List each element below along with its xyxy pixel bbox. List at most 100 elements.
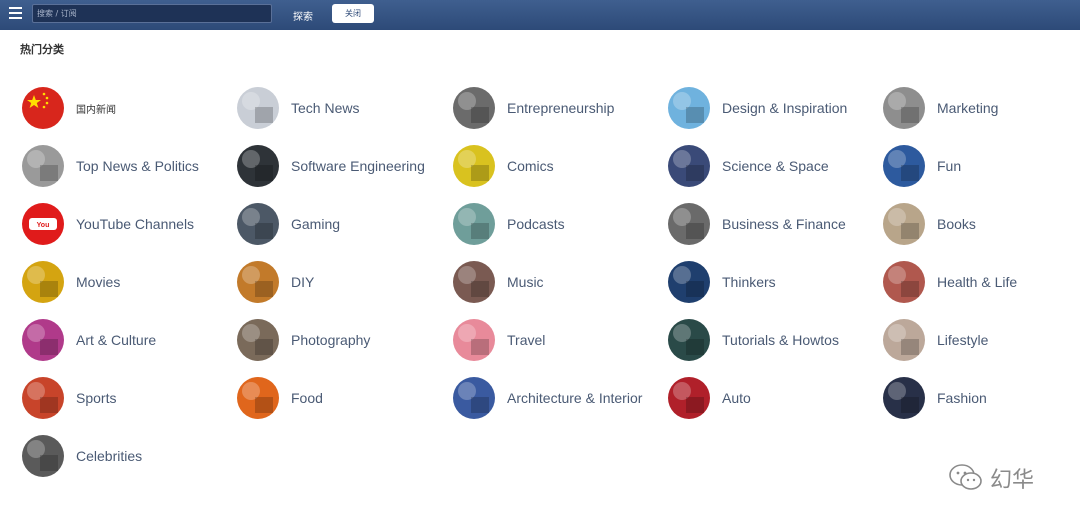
category-label: Comics: [507, 158, 554, 174]
newspaper-icon: [22, 145, 64, 187]
svg-text:You: You: [37, 222, 50, 229]
youtube-icon: You: [22, 203, 64, 245]
category-label: Fashion: [937, 390, 987, 406]
category-label: Top News & Politics: [76, 158, 199, 174]
category-item[interactable]: Top News & Politics: [22, 144, 199, 188]
light-beam-icon: [668, 87, 710, 129]
category-label: DIY: [291, 274, 315, 290]
category-label: Art & Culture: [76, 332, 157, 348]
category-item[interactable]: Movies: [22, 260, 120, 304]
category-label: Celebrities: [76, 448, 143, 464]
category-label: Sports: [76, 390, 117, 406]
category-item[interactable]: Tutorials & Howtos: [668, 318, 839, 362]
fun-face-icon: [883, 145, 925, 187]
watermark: 幻华: [948, 462, 1034, 494]
category-label: Tutorials & Howtos: [722, 332, 839, 348]
code-screen-icon: [237, 145, 279, 187]
car-icon: [668, 377, 710, 419]
category-label: Travel: [507, 332, 546, 348]
category-item[interactable]: Software Engineering: [237, 144, 425, 188]
ball-icon: [22, 377, 64, 419]
comic-icon: [453, 145, 495, 187]
category-item[interactable]: Comics: [453, 144, 554, 188]
category-item[interactable]: Thinkers: [668, 260, 776, 304]
category-item[interactable]: DIY: [237, 260, 314, 304]
category-label: Photography: [291, 332, 371, 348]
category-item[interactable]: Health & Life: [883, 260, 1017, 304]
tools-icon: [237, 261, 279, 303]
category-item[interactable]: Gaming: [237, 202, 340, 246]
category-item[interactable]: Design & Inspiration: [668, 86, 847, 130]
section-title: 热门分类: [20, 43, 64, 56]
explore-button[interactable]: 探索: [293, 8, 313, 23]
telescope-icon: [668, 145, 710, 187]
category-item[interactable]: Entrepreneurship: [453, 86, 614, 130]
health-icon: [883, 261, 925, 303]
robot-icon: [237, 87, 279, 129]
top-bar: 探索 关闭: [0, 0, 1080, 30]
category-label: YouTube Channels: [76, 216, 195, 232]
category-item[interactable]: 国内新闻: [22, 86, 116, 130]
menu-icon[interactable]: [9, 7, 22, 20]
lifestyle-icon: [883, 319, 925, 361]
category-label: Food: [291, 390, 323, 406]
art-icon: [22, 319, 64, 361]
category-label: Books: [937, 216, 976, 232]
celebrity-icon: [22, 435, 64, 477]
close-button[interactable]: 关闭: [332, 4, 374, 23]
category-label: Movies: [76, 274, 121, 290]
category-label: Marketing: [937, 100, 999, 116]
category-label: Auto: [722, 390, 751, 406]
category-label: Lifestyle: [937, 332, 989, 348]
category-item[interactable]: You YouTube Channels: [22, 202, 194, 246]
china-flag-icon: [22, 87, 64, 129]
category-item[interactable]: Marketing: [883, 86, 998, 130]
tutorial-icon: [668, 319, 710, 361]
search-input[interactable]: [32, 4, 272, 23]
headphones-icon: [453, 261, 495, 303]
category-label: Thinkers: [722, 274, 776, 290]
fashion-icon: [883, 377, 925, 419]
category-item[interactable]: Fashion: [883, 376, 987, 420]
category-label: Gaming: [291, 216, 341, 232]
category-item[interactable]: Tech News: [237, 86, 359, 130]
camera-icon: [237, 319, 279, 361]
category-item[interactable]: Business & Finance: [668, 202, 846, 246]
storefront-icon: [883, 87, 925, 129]
travel-icon: [453, 319, 495, 361]
category-item[interactable]: Lifestyle: [883, 318, 988, 362]
watermark-text: 幻华: [990, 468, 1035, 493]
category-label: Architecture & Interior: [507, 390, 643, 406]
category-item[interactable]: Art & Culture: [22, 318, 156, 362]
category-item[interactable]: Sports: [22, 376, 116, 420]
book-icon: [883, 203, 925, 245]
business-icon: [668, 203, 710, 245]
category-item[interactable]: Travel: [453, 318, 545, 362]
category-label: Tech News: [291, 100, 360, 116]
category-item[interactable]: Music: [453, 260, 544, 304]
category-label: Podcasts: [507, 216, 565, 232]
category-item[interactable]: Architecture & Interior: [453, 376, 642, 420]
category-item[interactable]: Food: [237, 376, 323, 420]
category-item[interactable]: Photography: [237, 318, 370, 362]
category-item[interactable]: Podcasts: [453, 202, 565, 246]
category-label: Fun: [937, 158, 962, 174]
carrot-icon: [237, 377, 279, 419]
gamepad-icon: [237, 203, 279, 245]
category-label: Software Engineering: [291, 158, 425, 174]
coffee-mug-icon: [453, 87, 495, 129]
category-item[interactable]: Celebrities: [22, 434, 142, 478]
category-item[interactable]: Science & Space: [668, 144, 829, 188]
building-icon: [453, 377, 495, 419]
microphone-icon: [453, 203, 495, 245]
category-label: Design & Inspiration: [722, 100, 848, 116]
category-label: Health & Life: [937, 274, 1018, 290]
category-item[interactable]: Auto: [668, 376, 751, 420]
category-label: Business & Finance: [722, 216, 846, 232]
category-label: Entrepreneurship: [507, 100, 615, 116]
category-item[interactable]: Fun: [883, 144, 961, 188]
statue-icon: [668, 261, 710, 303]
category-label: Music: [507, 274, 544, 290]
category-item[interactable]: Books: [883, 202, 976, 246]
category-label: 国内新闻: [76, 104, 116, 116]
